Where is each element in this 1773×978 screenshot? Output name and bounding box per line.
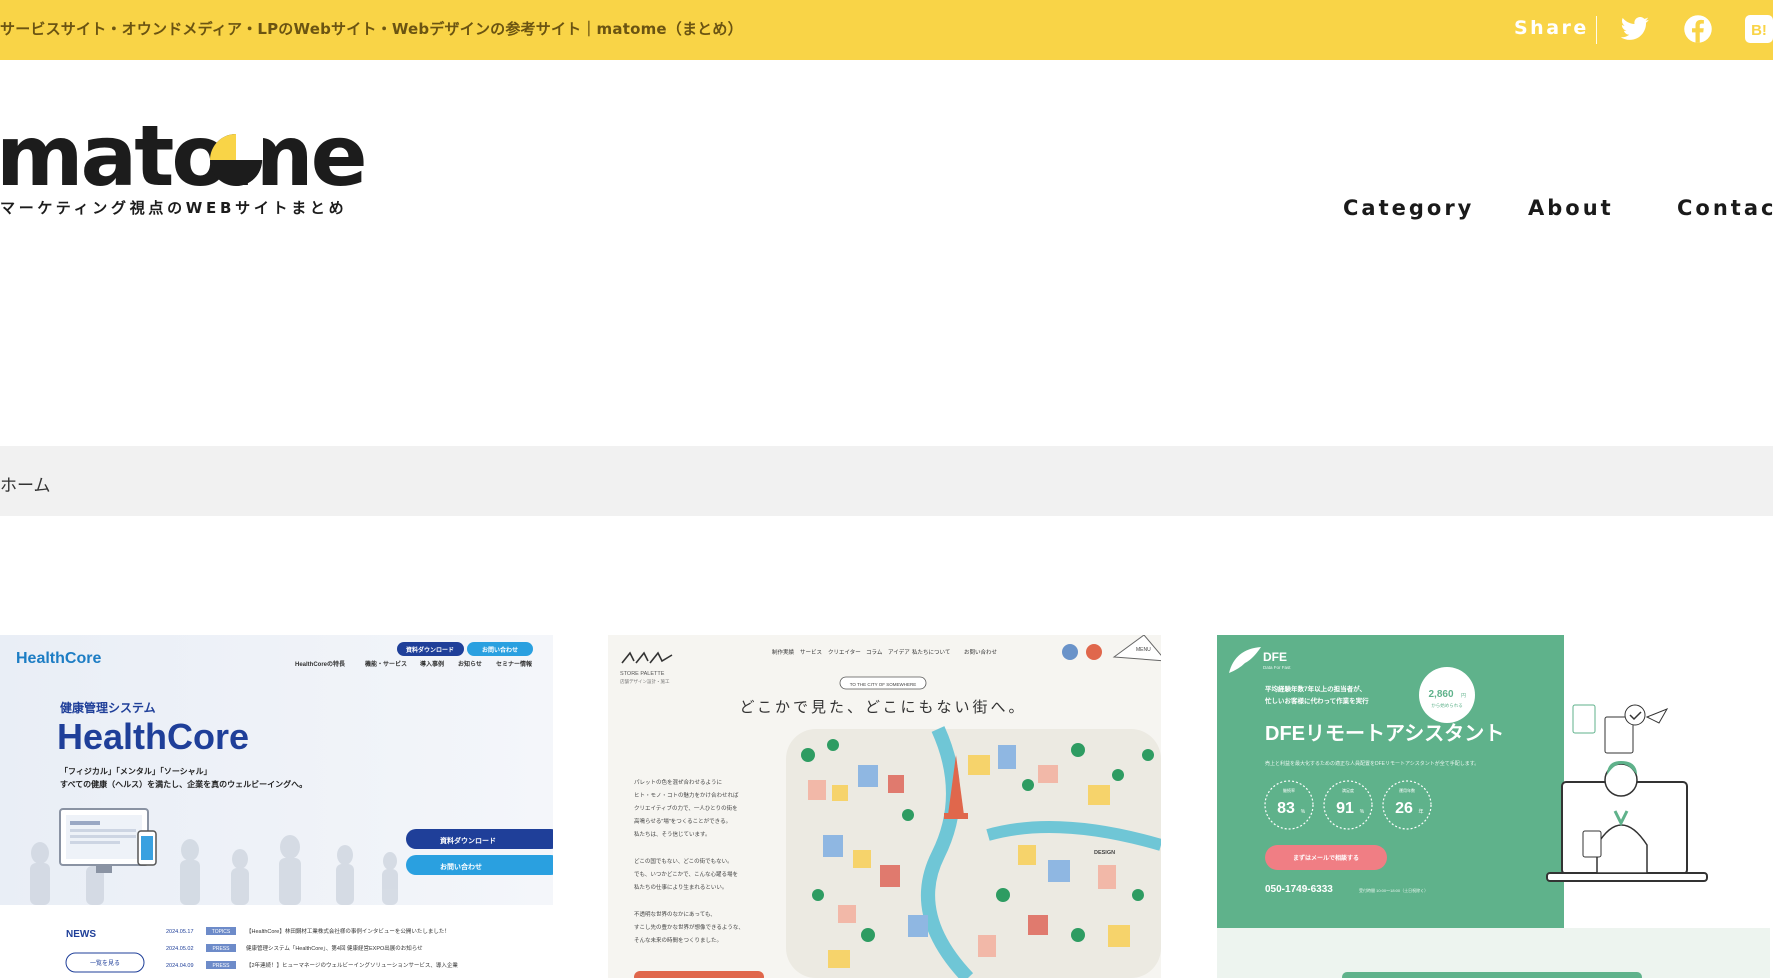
dfe-stat-unit-3: 年 xyxy=(1418,808,1423,815)
site-card-store-palette[interactable]: STORE PALETTE 店舗デザイン設計・施工 制作実績 サービス クリエイ… xyxy=(608,635,1161,978)
dfe-stat-label-3: 運用年数 xyxy=(1399,787,1415,793)
store-menu-3: クリエイター xyxy=(828,648,861,656)
dfe-cta: まずはメールで相談する xyxy=(1293,854,1359,862)
store-pill: TO THE CITY OF SOMEWHERE xyxy=(850,682,917,687)
healthcore-contact-pill: お問い合わせ xyxy=(482,646,518,654)
site-thumbnail-healthcore: HealthCore 資料ダウンロード お問い合わせ HealthCoreの特長… xyxy=(0,635,553,978)
store-menu-7: お問い合わせ xyxy=(964,648,998,656)
store-body-12: すこし先の豊かな世界が想像できるような、 xyxy=(634,923,744,931)
healthcore-menu-4: お知らせ xyxy=(458,660,482,668)
dfe-price: 2,860 xyxy=(1428,689,1453,700)
site-card-dfe[interactable]: DFE Data For Fast 平均経験年数7年以上の担当者が、 忙しいお客… xyxy=(1217,635,1770,978)
nav-category[interactable]: Category xyxy=(1343,196,1474,220)
dfe-brand: DFE xyxy=(1263,650,1287,664)
share-label: Share xyxy=(1514,17,1589,39)
healthcore-tagline-2: すべての健康（ヘルス）を満たし、企業を真のウェルビーイングへ。 xyxy=(60,779,307,789)
news-date-1: 2024.05.17 xyxy=(166,929,194,935)
store-body-7: どこの国でもない、どこの街でもない。 xyxy=(634,857,733,865)
store-palette-brand: STORE PALETTE xyxy=(620,671,665,677)
news-text-1: 【HealthCore】林田鋼材工業株式会社様の事例インタビューを公開いたしまし… xyxy=(246,927,450,935)
store-body-3: クリエイティブの力で、一人ひとりの街を xyxy=(634,804,738,812)
site-thumbnail-dfe: DFE Data For Fast 平均経験年数7年以上の担当者が、 忙しいお客… xyxy=(1217,635,1770,978)
site-card-healthcore[interactable]: HealthCore 資料ダウンロード お問い合わせ HealthCoreの特長… xyxy=(0,635,553,978)
news-tag-2: PRESS xyxy=(213,946,231,952)
store-menu-2: サービス xyxy=(800,648,822,656)
store-menu-label: MENU xyxy=(1136,647,1151,653)
share-divider xyxy=(1596,16,1597,44)
twitter-icon xyxy=(1620,17,1649,40)
store-body-13: そんな未来の時間をつくりました。 xyxy=(634,936,722,944)
dfe-stat-unit-2: % xyxy=(1360,809,1365,815)
logo-wordmark: matome xyxy=(0,120,368,192)
healthcore-download-button: 資料ダウンロード xyxy=(440,836,496,845)
news-tag-3: PRESS xyxy=(213,963,231,969)
healthcore-contact-button: お問い合わせ xyxy=(440,862,482,871)
twitter-share-link[interactable] xyxy=(1620,14,1650,44)
store-menu-5: アイデア xyxy=(888,648,910,656)
dfe-stat-unit-1: % xyxy=(1301,809,1306,815)
store-body-8: でも、いつかどこかで、こんな心躍る場を xyxy=(634,870,738,878)
top-bar: サービスサイト・オウンドメディア・LPのWebサイト・Webデザインの参考サイト… xyxy=(0,0,1773,60)
dfe-lead-1: 平均経験年数7年以上の担当者が、 xyxy=(1265,684,1366,693)
healthcore-menu-3: 導入事例 xyxy=(420,660,444,668)
store-body-11: 不透明な世界のなかにあっても、 xyxy=(634,910,716,918)
dfe-phone: 050-1749-6333 xyxy=(1265,884,1333,895)
logo-text: matome xyxy=(0,120,365,192)
facebook-icon xyxy=(1684,15,1712,43)
dfe-brand-sub: Data For Fast xyxy=(1263,665,1291,670)
store-menu-1: 制作実績 xyxy=(772,648,795,656)
store-body-1: パレットの色を混ぜ合わせるように xyxy=(634,778,722,786)
store-body-2: ヒト・モノ・コトの魅力をかけ合わせれば xyxy=(634,791,739,799)
healthcore-brand: HealthCore xyxy=(16,650,101,667)
news-date-3: 2024.04.09 xyxy=(166,963,194,969)
news-text-3: 【2年連続！】ヒューマネージのウェルビーイングソリューションサービス、導入企業 xyxy=(246,961,458,969)
nav-contact[interactable]: Contact xyxy=(1677,196,1773,220)
dfe-stat-value-2: 91 xyxy=(1336,800,1354,817)
site-thumbnail-store-palette: STORE PALETTE 店舗デザイン設計・施工 制作実績 サービス クリエイ… xyxy=(608,635,1161,978)
dfe-stat-label-1: 継続率 xyxy=(1283,787,1295,793)
healthcore-news-more: 一覧を見る xyxy=(90,959,120,967)
dfe-price-sub: から始められる xyxy=(1431,702,1463,709)
dfe-stat-label-2: 満足度 xyxy=(1342,787,1354,793)
logo-tagline: マーケティング視点のWEBサイトまとめ xyxy=(0,199,348,217)
facebook-share-link[interactable] xyxy=(1683,14,1713,44)
store-body-4: 高鳴らせる"場"をつくることができる。 xyxy=(634,817,731,825)
site-logo[interactable]: matome マーケティング視点のWEBサイトまとめ xyxy=(0,120,380,220)
nav-about[interactable]: About xyxy=(1528,196,1614,220)
dfe-stat-value-1: 83 xyxy=(1277,800,1295,817)
breadcrumb-home[interactable]: ホーム xyxy=(0,471,51,496)
healthcore-menu-5: セミナー情報 xyxy=(496,660,533,668)
store-body-9: 私たちの仕事により生まれるといい。 xyxy=(634,883,727,891)
healthcore-tagline: 「フィジカル」「メンタル」「ソーシャル」 xyxy=(60,766,212,776)
dfe-hours: 受付時間 10:00〜18:00（土日祝除く） xyxy=(1359,887,1428,893)
hatena-bookmark-icon: B! xyxy=(1745,15,1773,43)
news-date-2: 2024.05.02 xyxy=(166,946,194,952)
healthcore-hero-title: HealthCore xyxy=(57,716,249,757)
hatena-bookmark-share-link[interactable]: B! xyxy=(1744,14,1773,44)
store-headline: どこかで見た、どこにもない街へ。 xyxy=(739,699,1026,716)
news-text-2: 健康管理システム「HealthCore」、第4回 健康経営EXPO出展のお知らせ xyxy=(246,944,423,952)
healthcore-news-label: NEWS xyxy=(66,929,96,940)
hatena-label: B! xyxy=(1751,22,1767,39)
dfe-stat-value-3: 26 xyxy=(1395,800,1413,817)
city-map-illustration: DESIGN xyxy=(786,726,1161,978)
store-design-label: DESIGN xyxy=(1094,850,1115,856)
site-description: サービスサイト・オウンドメディア・LPのWebサイト・Webデザインの参考サイト… xyxy=(0,20,743,38)
healthcore-menu-2: 機能・サービス xyxy=(365,660,407,668)
dfe-title: DFEリモートアシスタント xyxy=(1265,722,1504,745)
healthcore-menu-1: HealthCoreの特長 xyxy=(295,660,346,668)
store-palette-brand-sub: 店舗デザイン設計・施工 xyxy=(620,678,670,685)
store-menu-4: コラム xyxy=(866,649,883,656)
healthcore-category: 健康管理システム xyxy=(60,700,156,715)
news-tag-1: TOPICS xyxy=(212,929,231,935)
healthcore-download-pill: 資料ダウンロード xyxy=(406,646,454,654)
store-menu-6: 私たちについて xyxy=(912,648,950,656)
dfe-lead-2: 忙しいお客様に代わって作業を実行 xyxy=(1265,696,1369,705)
breadcrumb: ホーム xyxy=(0,446,1773,516)
dfe-desc: 売上と利益を最大化するための適正な人員配置をDFEリモートアシスタントが全て手配… xyxy=(1265,760,1479,767)
store-body-5: 私たちは、そう信じています。 xyxy=(634,830,710,838)
dfe-price-unit: 円 xyxy=(1461,693,1466,699)
